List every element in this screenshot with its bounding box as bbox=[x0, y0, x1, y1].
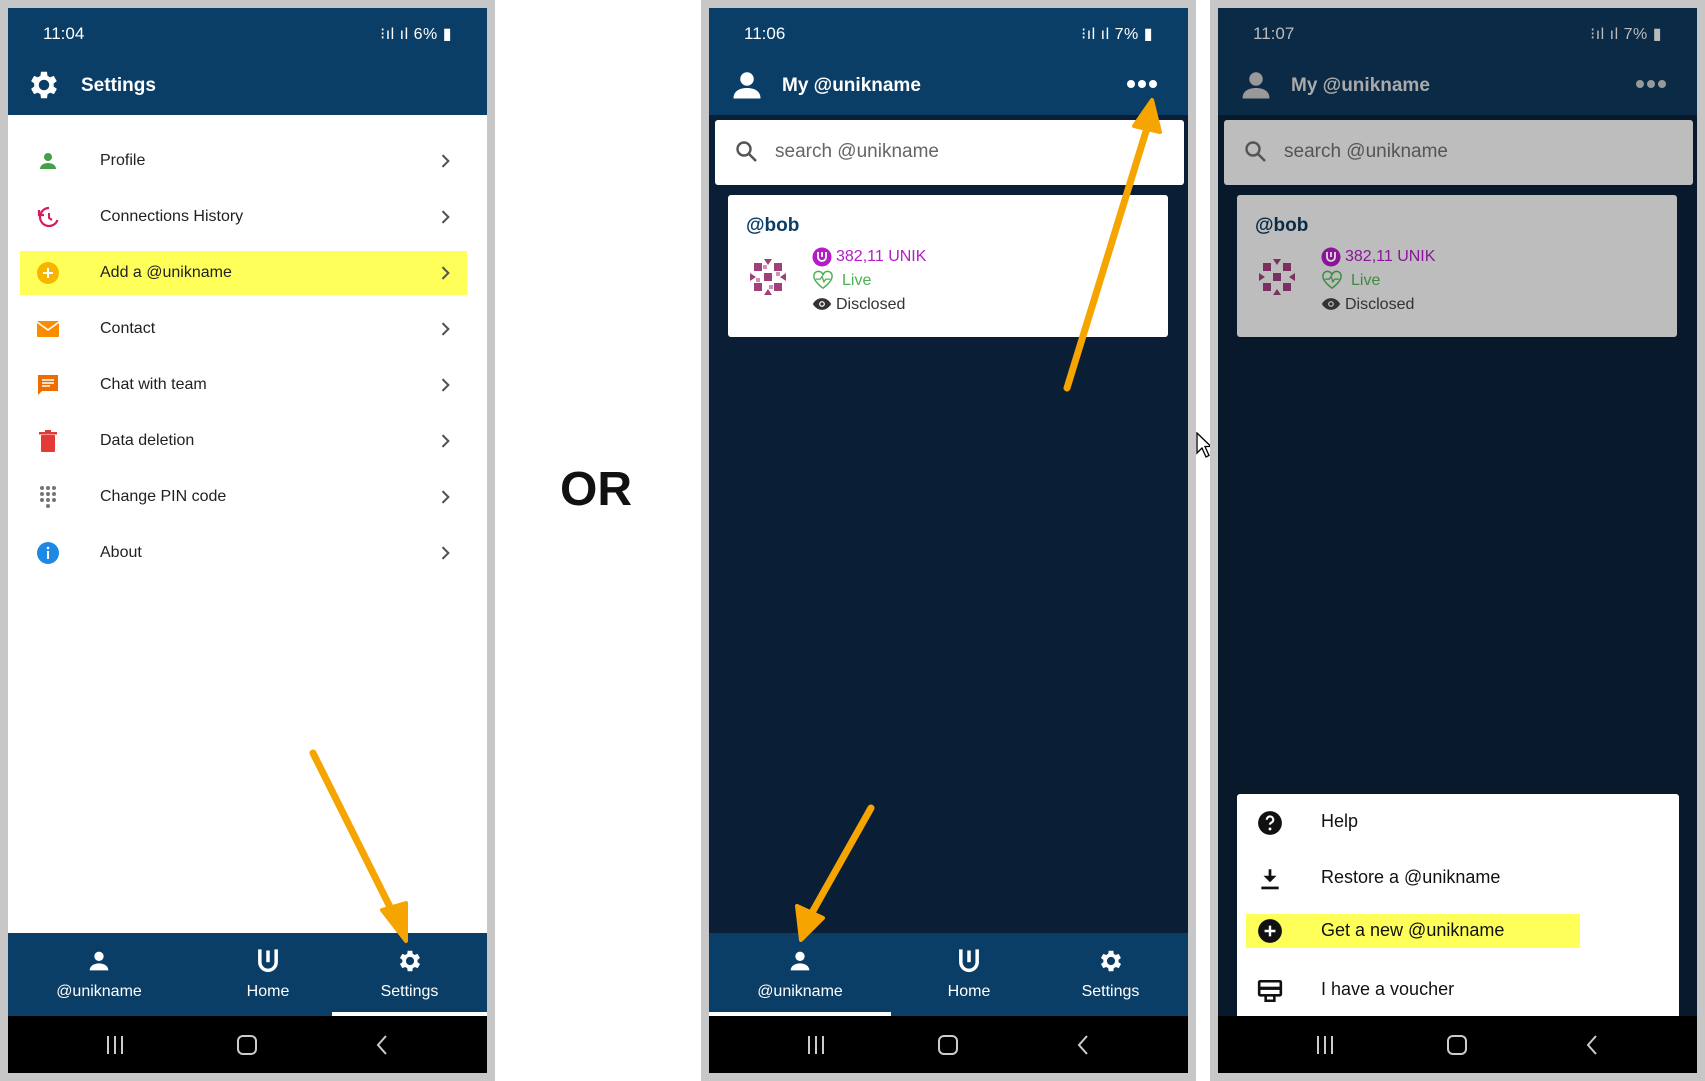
person-icon bbox=[1242, 72, 1270, 99]
unik-token-icon bbox=[1321, 247, 1341, 267]
menu-item-label: Restore a @unikname bbox=[1321, 867, 1501, 887]
unikname-card[interactable]: @bob 382,11 UNIK Live Disclosed bbox=[1237, 195, 1677, 337]
system-nav-bar bbox=[1218, 1016, 1697, 1073]
search-icon bbox=[1245, 141, 1266, 162]
or-separator: OR bbox=[560, 463, 632, 516]
menu-item-restore[interactable]: Restore a @unikname bbox=[1237, 850, 1679, 906]
status-signal: ⁝ıl ıl 7% ▮ bbox=[1590, 26, 1662, 43]
phone-settings: 11:04 ⁝ıl ıl 6% ▮ Settings Profile Conne… bbox=[0, 0, 495, 1081]
back-icon[interactable] bbox=[1582, 1034, 1604, 1056]
phone-menu-open: 11:07 ⁝ıl ıl 7% ▮ My @unikname search @u… bbox=[1210, 0, 1705, 1081]
page-title: My @unikname bbox=[1291, 75, 1430, 96]
bottom-sheet-menu: Help Restore a @unikname Get a new @unik… bbox=[1237, 794, 1679, 1024]
battery-level: 7% bbox=[1623, 26, 1648, 43]
recent-apps-icon[interactable] bbox=[1314, 1034, 1336, 1056]
app-bar: My @unikname bbox=[1218, 43, 1697, 123]
phone-my-unikname: 11:06 ⁝ıl ıl 7% ▮ My @unikname search @u… bbox=[701, 0, 1196, 1081]
settings-screen: 11:04 ⁝ıl ıl 6% ▮ Settings Profile Conne… bbox=[8, 8, 487, 1073]
card-balance: 382,11 UNIK bbox=[1345, 248, 1436, 265]
menu-item-label: I have a voucher bbox=[1321, 979, 1455, 999]
menu-item-get-new[interactable]: Get a new @unikname bbox=[1237, 906, 1679, 962]
heartbeat-icon bbox=[1322, 270, 1342, 290]
card-visibility: Disclosed bbox=[1345, 296, 1415, 313]
help-icon bbox=[1258, 811, 1282, 835]
search-bar[interactable]: search @unikname bbox=[1224, 120, 1693, 185]
unikname-screen: 11:06 ⁝ıl ıl 7% ▮ My @unikname search @u… bbox=[709, 8, 1188, 1073]
annotation-arrow bbox=[309, 749, 408, 943]
eye-icon bbox=[1321, 298, 1341, 310]
menu-screen: 11:07 ⁝ıl ıl 7% ▮ My @unikname search @u… bbox=[1218, 8, 1697, 1073]
voucher-icon bbox=[1257, 979, 1283, 1003]
card-name: @bob bbox=[1255, 215, 1309, 236]
download-icon bbox=[1261, 869, 1279, 890]
card-status: Live bbox=[1351, 272, 1381, 289]
menu-item-help[interactable]: Help bbox=[1237, 794, 1679, 850]
more-options-icon[interactable] bbox=[1635, 79, 1667, 89]
avatar bbox=[1259, 259, 1295, 295]
menu-item-label: Help bbox=[1321, 811, 1359, 831]
search-placeholder: search @unikname bbox=[1284, 141, 1448, 162]
menu-item-voucher[interactable]: I have a voucher bbox=[1237, 962, 1679, 1018]
status-time: 11:07 bbox=[1253, 24, 1295, 43]
home-button-icon[interactable] bbox=[1446, 1034, 1468, 1056]
menu-item-label: Get a new @unikname bbox=[1321, 920, 1505, 940]
add-circle-icon bbox=[1258, 919, 1282, 943]
annotation-arrow-tab bbox=[795, 804, 875, 942]
